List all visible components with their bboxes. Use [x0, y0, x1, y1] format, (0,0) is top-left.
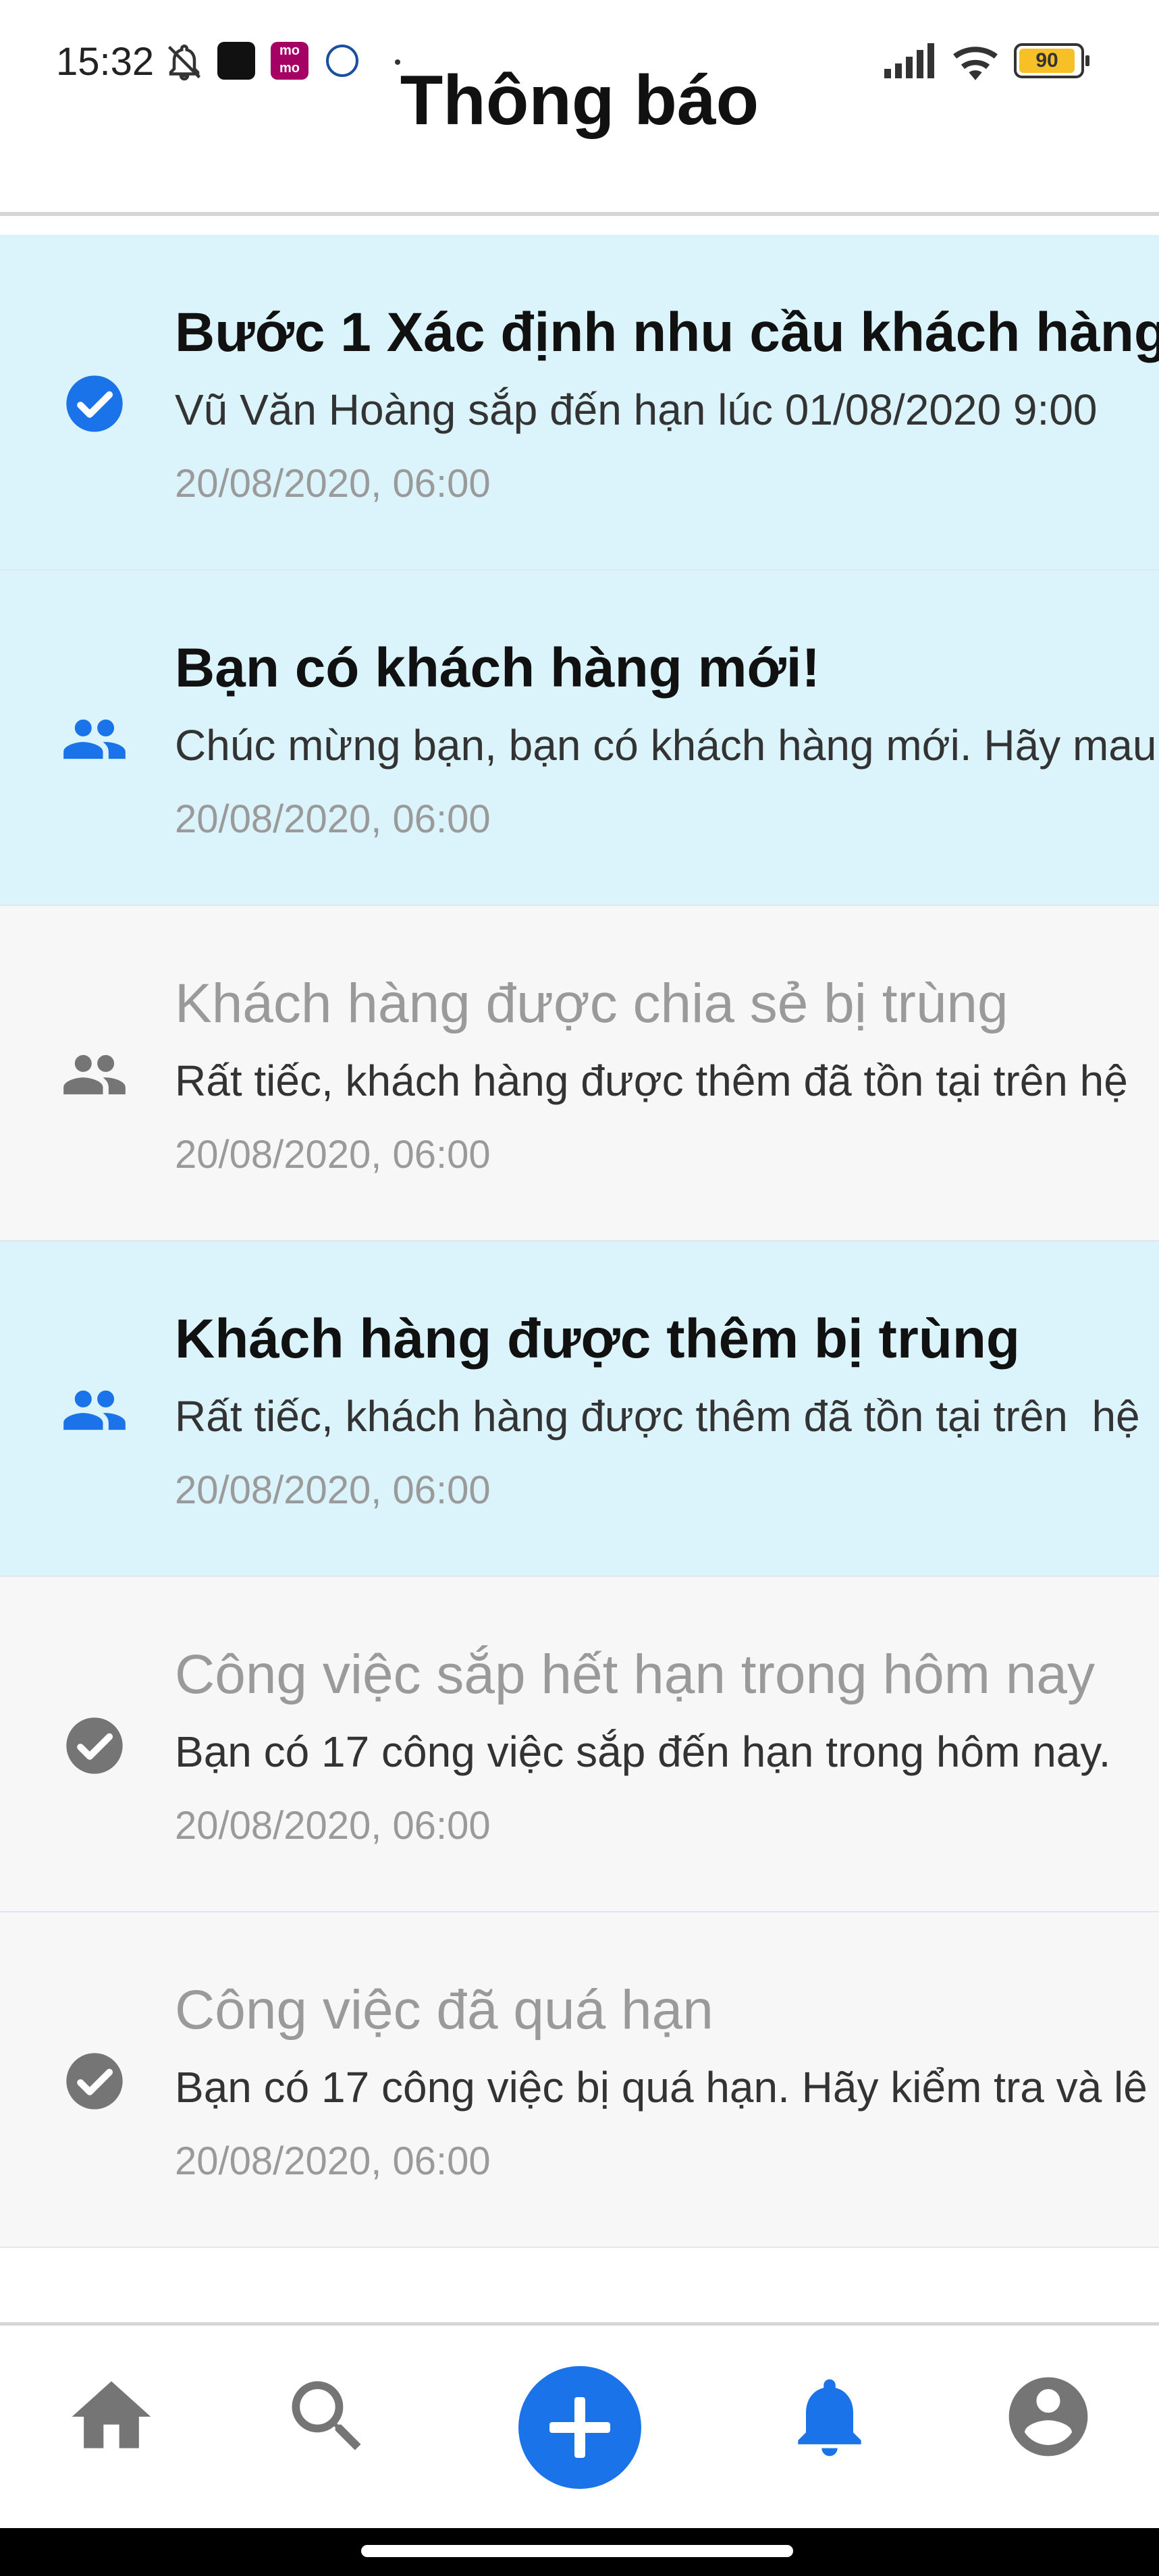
search-icon[interactable] [280, 2369, 375, 2464]
home-icon[interactable] [64, 2369, 159, 2464]
notification-message: Rất tiếc, khách hàng được thêm đã tồn tạ… [175, 1392, 1140, 1441]
header-divider [0, 212, 1159, 216]
notification-time: 20/08/2020, 06:00 [175, 797, 491, 841]
check-circle-icon [66, 2053, 123, 2110]
notification-message: Bạn có 17 công việc sắp đến hạn trong hô… [175, 1727, 1111, 1776]
check-circle-icon [66, 1717, 123, 1774]
notification-time: 20/08/2020, 06:00 [175, 2139, 491, 2183]
people-icon [63, 719, 126, 759]
notification-message: Chúc mừng bạn, bạn có khách hàng mới. Hã… [175, 721, 1157, 770]
add-button[interactable] [518, 2366, 641, 2489]
notification-item[interactable]: Công việc đã quá hạn Bạn có 17 công việc… [0, 1912, 1159, 2248]
notification-title: Bước 1 Xác định nhu cầu khách hàng [175, 302, 1159, 363]
notification-time: 20/08/2020, 06:00 [175, 1804, 491, 1848]
notification-time: 20/08/2020, 06:00 [175, 1133, 491, 1177]
notification-item[interactable]: Khách hàng được thêm bị trùng Rất tiếc, … [0, 1241, 1159, 1577]
gesture-bar [0, 2528, 1159, 2576]
notification-time: 20/08/2020, 06:00 [175, 1468, 491, 1512]
notification-message: Rất tiếc, khách hàng được thêm đã tồn tạ… [175, 1056, 1128, 1105]
add-icon [549, 2397, 610, 2458]
notification-item[interactable]: Công việc sắp hết hạn trong hôm nay Bạn … [0, 1577, 1159, 1912]
notification-title: Công việc đã quá hạn [175, 1979, 713, 2041]
bottom-nav [0, 2326, 1159, 2528]
people-icon [63, 1390, 126, 1430]
notification-title: Công việc sắp hết hạn trong hôm nay [175, 1644, 1095, 1705]
notification-item[interactable]: Bước 1 Xác định nhu cầu khách hàng Vũ Vă… [0, 235, 1159, 570]
account-icon[interactable] [1001, 2369, 1096, 2464]
notification-item[interactable]: Bạn có khách hàng mới! Chúc mừng bạn, bạ… [0, 570, 1159, 906]
notification-message: Bạn có 17 công việc bị quá hạn. Hãy kiểm… [175, 2063, 1148, 2112]
check-circle-icon [66, 375, 123, 432]
notification-title: Bạn có khách hàng mới! [175, 637, 820, 699]
notification-title: Khách hàng được chia sẻ bị trùng [175, 973, 1008, 1034]
home-indicator[interactable] [361, 2545, 793, 2557]
notification-list: Bước 1 Xác định nhu cầu khách hàng Vũ Vă… [0, 235, 1159, 2248]
notification-item[interactable]: Khách hàng được chia sẻ bị trùng Rất tiế… [0, 906, 1159, 1241]
notification-time: 20/08/2020, 06:00 [175, 462, 491, 506]
bell-icon[interactable] [782, 2369, 877, 2464]
notification-message: Vũ Văn Hoàng sắp đến hạn lúc 01/08/2020 … [175, 385, 1098, 434]
people-icon [63, 1054, 126, 1095]
page-title: Thông báo [400, 61, 759, 140]
notification-title: Khách hàng được thêm bị trùng [175, 1308, 1021, 1370]
